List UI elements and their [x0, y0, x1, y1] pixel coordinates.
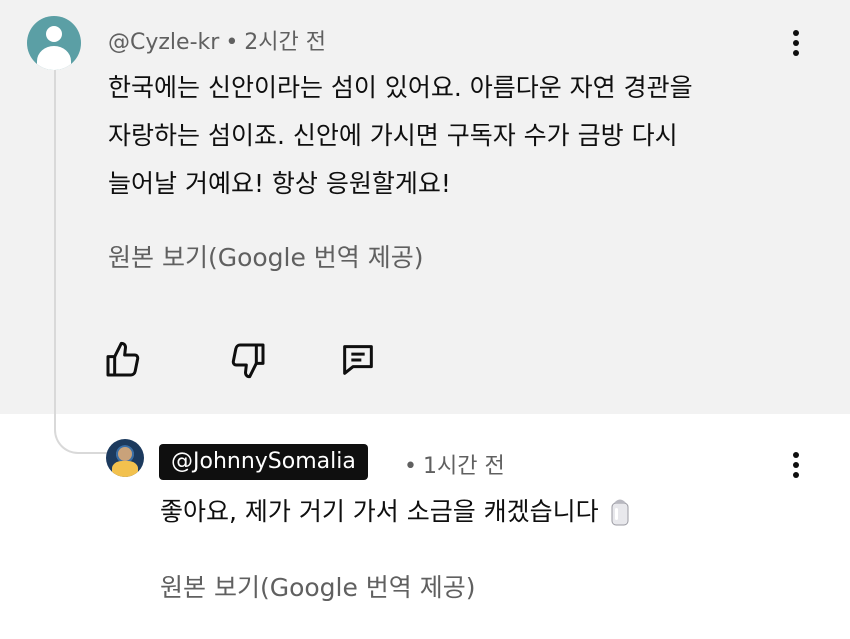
- thumbs-up-icon: [106, 341, 140, 377]
- reply-icon: [343, 345, 373, 375]
- avatar-head: [46, 26, 62, 42]
- view-original-link[interactable]: 원본 보기(Google 번역 제공): [108, 238, 424, 274]
- dislike-button[interactable]: [228, 340, 268, 380]
- comment-line: 늘어날 거예요! 항상 응원할게요!: [108, 169, 451, 198]
- reply-avatar[interactable]: [106, 439, 144, 477]
- reply-avatar-face: [118, 447, 132, 461]
- comment-meta: @Cyzle-kr • 2시간 전: [108, 24, 326, 56]
- author-name[interactable]: @Cyzle-kr: [108, 30, 219, 55]
- thumbs-down-icon: [231, 343, 265, 379]
- reply-avatar-shirt: [112, 461, 138, 477]
- reply-button[interactable]: [338, 340, 378, 380]
- more-options-icon[interactable]: [790, 452, 802, 482]
- comment-text: 한국에는 신안이라는 섬이 있어요. 아름다운 자연 경관을 자랑하는 섬이죠.…: [108, 64, 808, 208]
- comment-line: 한국에는 신안이라는 섬이 있어요. 아름다운 자연 경관을: [108, 73, 693, 102]
- separator: •: [225, 30, 239, 55]
- like-button[interactable]: [103, 340, 143, 380]
- timestamp[interactable]: 2시간 전: [244, 30, 326, 55]
- reply-text: 좋아요, 제가 거기 가서 소금을 캐겠습니다: [160, 490, 631, 534]
- avatar-body: [37, 46, 71, 70]
- reply-text-content: 좋아요, 제가 거기 가서 소금을 캐겠습니다: [160, 497, 599, 526]
- comment-line: 자랑하는 섬이죠. 신안에 가시면 구독자 수가 금방 다시: [108, 121, 678, 150]
- view-original-link[interactable]: 원본 보기(Google 번역 제공): [160, 568, 476, 604]
- timestamp[interactable]: 1시간 전: [423, 454, 505, 479]
- reply-meta: • 1시간 전: [398, 448, 505, 480]
- avatar[interactable]: [27, 16, 81, 70]
- salt-shaker-icon: [611, 499, 629, 526]
- separator: •: [404, 454, 417, 479]
- author-badge[interactable]: @JohnnySomalia: [159, 444, 368, 480]
- more-options-icon[interactable]: [790, 30, 802, 60]
